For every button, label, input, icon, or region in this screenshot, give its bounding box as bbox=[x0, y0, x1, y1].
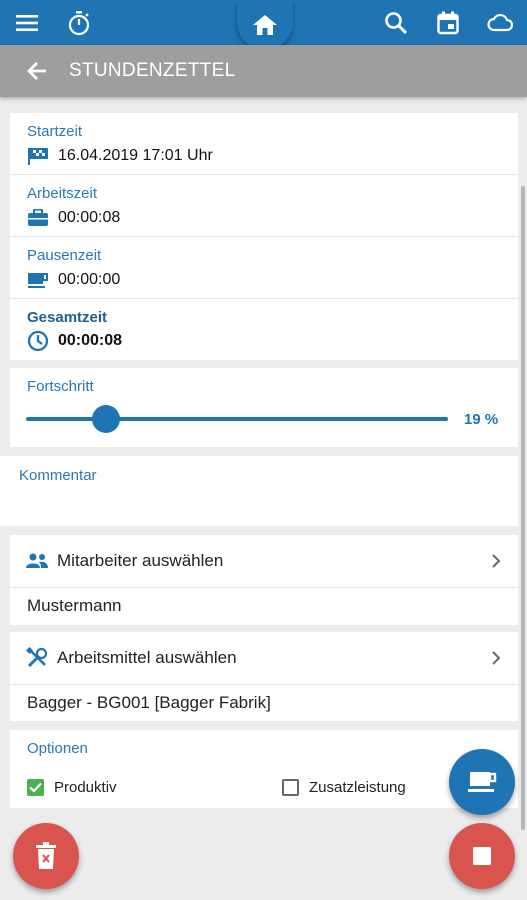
start-time-text: 16.04.2019 17:01 Uhr bbox=[58, 147, 213, 164]
options-label: Optionen bbox=[27, 740, 88, 757]
clock-icon bbox=[27, 330, 49, 352]
pause-time-label: Pausenzeit bbox=[27, 247, 102, 264]
equipment-select[interactable]: Arbeitsmittel auswählen bbox=[10, 632, 518, 685]
equipment-value: Bagger - BG001 [Bagger Fabrik] bbox=[27, 693, 271, 712]
coffee-icon bbox=[468, 772, 497, 792]
progress-label: Fortschritt bbox=[27, 378, 94, 395]
total-time-label: Gesamtzeit bbox=[27, 309, 108, 326]
employee-select[interactable]: Mitarbeiter auswählen bbox=[10, 535, 518, 588]
comment-card[interactable]: Kommentar bbox=[0, 456, 518, 526]
work-time-label: Arbeitszeit bbox=[27, 185, 98, 202]
equipment-card: Arbeitsmittel auswählen Bagger - BG001 [… bbox=[10, 632, 518, 721]
pause-time-text: 00:00:00 bbox=[58, 271, 121, 288]
home-icon bbox=[253, 15, 277, 35]
tools-icon bbox=[25, 646, 49, 670]
work-time-value: 00:00:08 bbox=[27, 209, 120, 227]
comment-input[interactable] bbox=[19, 490, 499, 518]
equipment-select-label: Arbeitsmittel auswählen bbox=[57, 648, 237, 667]
work-time-text: 00:00:08 bbox=[58, 209, 121, 226]
briefcase-icon bbox=[27, 209, 49, 227]
times-card: Startzeit 16.04.2019 17:01 Uhr Arbeitsze… bbox=[10, 113, 518, 360]
pause-time-row: Pausenzeit 00:00:00 bbox=[10, 237, 518, 299]
work-time-row: Arbeitszeit 00:00:08 bbox=[10, 175, 518, 237]
trash-icon bbox=[36, 842, 56, 869]
employee-value: Mustermann bbox=[27, 596, 122, 615]
pause-button[interactable] bbox=[449, 749, 515, 815]
cloud-icon[interactable] bbox=[485, 8, 515, 38]
employee-select-label: Mitarbeiter auswählen bbox=[57, 551, 224, 570]
zusatzleistung-label[interactable]: Zusatzleistung bbox=[309, 779, 406, 796]
page-header: STUNDENZETTEL bbox=[0, 45, 527, 97]
total-time-value: 00:00:08 bbox=[27, 330, 123, 352]
check-icon bbox=[29, 782, 42, 793]
total-time-text: 00:00:08 bbox=[58, 332, 123, 349]
search-icon[interactable] bbox=[381, 8, 411, 38]
scrollbar[interactable] bbox=[521, 186, 525, 830]
people-icon bbox=[25, 549, 49, 573]
menu-icon[interactable] bbox=[12, 8, 42, 38]
start-time-label: Startzeit bbox=[27, 123, 83, 140]
progress-slider-track[interactable] bbox=[26, 417, 448, 421]
total-time-row: Gesamtzeit 00:00:08 bbox=[10, 299, 518, 360]
back-arrow-icon[interactable] bbox=[22, 56, 52, 86]
chevron-right-icon bbox=[488, 553, 504, 569]
employee-card: Mitarbeiter auswählen Mustermann bbox=[10, 535, 518, 625]
calendar-icon[interactable] bbox=[433, 8, 463, 38]
produktiv-label[interactable]: Produktiv bbox=[54, 779, 117, 796]
options-card: Optionen bbox=[10, 730, 518, 808]
zusatzleistung-checkbox[interactable] bbox=[282, 779, 299, 796]
comment-label: Kommentar bbox=[19, 467, 97, 484]
coffee-icon bbox=[27, 271, 49, 289]
progress-slider-thumb[interactable] bbox=[92, 405, 121, 433]
progress-value: 19 % bbox=[464, 411, 499, 428]
flag-icon bbox=[27, 147, 49, 165]
stop-icon bbox=[473, 847, 491, 865]
page-title: STUNDENZETTEL bbox=[69, 60, 236, 81]
pause-time-value: 00:00:00 bbox=[27, 271, 120, 289]
stop-button[interactable] bbox=[449, 823, 515, 889]
stopwatch-icon[interactable] bbox=[64, 8, 94, 38]
delete-button[interactable] bbox=[13, 823, 79, 889]
chevron-right-icon bbox=[488, 650, 504, 666]
progress-card: Fortschritt bbox=[10, 368, 518, 447]
start-time-value: 16.04.2019 17:01 Uhr bbox=[27, 147, 213, 165]
start-time-row: Startzeit 16.04.2019 17:01 Uhr bbox=[10, 113, 518, 175]
produktiv-checkbox[interactable] bbox=[27, 779, 44, 796]
